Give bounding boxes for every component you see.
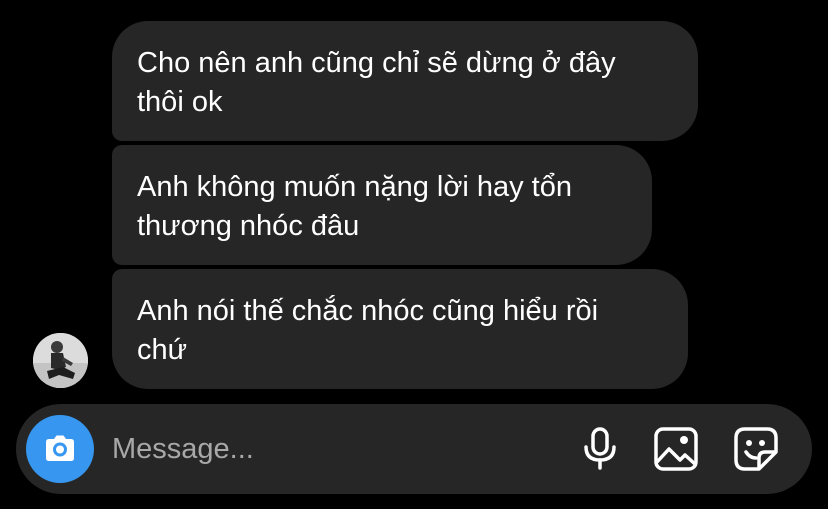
image-icon	[654, 427, 698, 471]
message-bubble[interactable]: Anh nói thế chắc nhóc cũng hiểu rồi chứ	[112, 269, 688, 389]
microphone-icon	[584, 427, 616, 470]
message-composer	[16, 404, 812, 494]
sticker-icon	[734, 427, 778, 471]
message-bubble[interactable]: Cho nên anh cũng chỉ sẽ dừng ở đây thôi …	[112, 21, 698, 141]
message-input[interactable]	[112, 426, 552, 472]
gallery-button[interactable]	[652, 425, 700, 473]
sender-avatar[interactable]	[33, 333, 88, 388]
message-bubble[interactable]: Anh không muốn nặng lời hay tổn thương n…	[112, 145, 652, 265]
microphone-button[interactable]	[576, 425, 624, 473]
sticker-button[interactable]	[732, 425, 780, 473]
camera-button[interactable]	[26, 415, 94, 483]
camera-icon	[46, 435, 74, 461]
avatar-image	[33, 333, 88, 388]
